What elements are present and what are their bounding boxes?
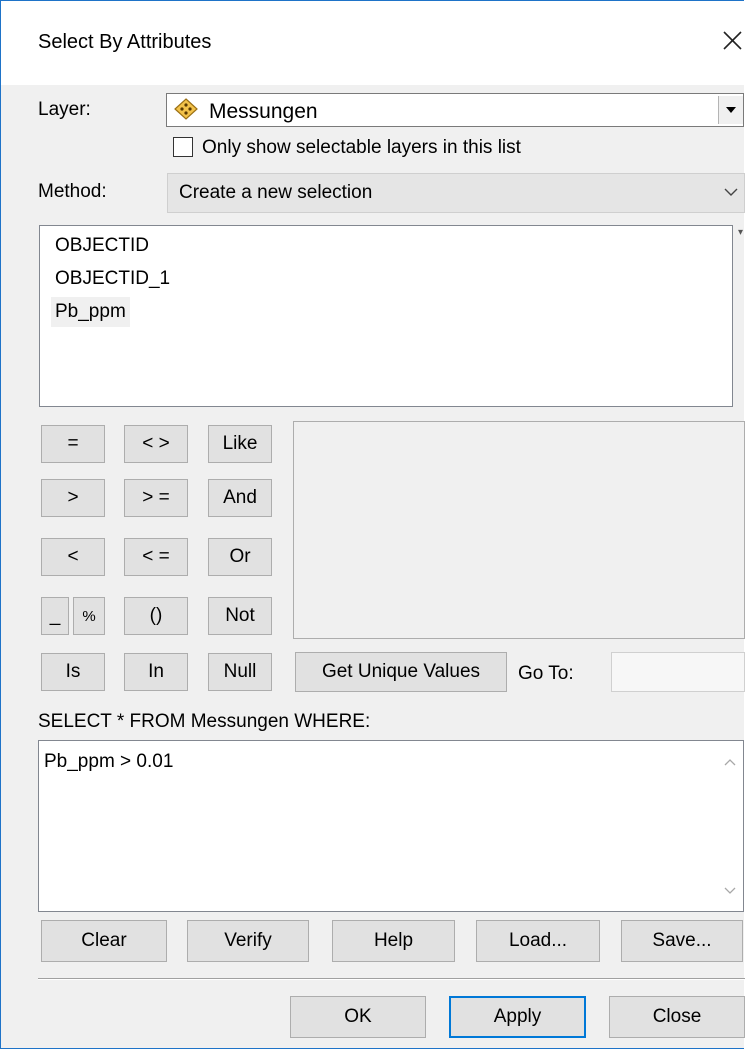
clear-button[interactable]: Clear [41, 920, 167, 962]
select-by-attributes-dialog: Select By Attributes Layer: Messungen On… [0, 0, 745, 1049]
close-icon[interactable] [717, 25, 745, 55]
greater-than-button[interactable]: > [41, 479, 105, 517]
point-layer-icon [174, 98, 198, 120]
not-equals-button[interactable]: < > [124, 425, 188, 463]
parentheses-button[interactable]: () [124, 597, 188, 635]
field-item-objectid[interactable]: OBJECTID [51, 231, 153, 261]
verify-button[interactable]: Verify [187, 920, 309, 962]
scroll-up-icon[interactable] [723, 757, 737, 767]
method-dropdown[interactable]: Create a new selection [167, 173, 745, 213]
greater-equal-button[interactable]: > = [124, 479, 188, 517]
where-clause-text: Pb_ppm > 0.01 [44, 751, 174, 772]
layer-dropdown-arrow[interactable] [718, 96, 743, 124]
equals-button[interactable]: = [41, 425, 105, 463]
footer-separator [38, 978, 745, 980]
percent-button[interactable]: % [73, 597, 105, 635]
scroll-down-icon[interactable] [723, 886, 737, 896]
load-button[interactable]: Load... [476, 920, 600, 962]
layer-dropdown-value: Messungen [209, 100, 318, 123]
title-bar: Select By Attributes [1, 1, 745, 85]
method-dropdown-value: Create a new selection [179, 182, 373, 203]
null-button[interactable]: Null [208, 653, 272, 691]
and-button[interactable]: And [208, 479, 272, 517]
scroll-indicator-icon: ▾ [738, 227, 744, 238]
help-button[interactable]: Help [332, 920, 455, 962]
field-item-objectid-1[interactable]: OBJECTID_1 [51, 264, 174, 294]
in-button[interactable]: In [124, 653, 188, 691]
like-button[interactable]: Like [208, 425, 272, 463]
chevron-down-icon [724, 188, 738, 196]
layer-label: Layer: [38, 99, 91, 120]
field-list[interactable]: OBJECTID OBJECTID_1 Pb_ppm [39, 225, 733, 407]
only-selectable-label: Only show selectable layers in this list [202, 137, 521, 158]
underscore-button[interactable]: _ [41, 597, 69, 635]
unique-values-list[interactable] [293, 421, 745, 639]
goto-input[interactable] [611, 652, 745, 692]
layer-dropdown[interactable]: Messungen [166, 93, 744, 127]
goto-label: Go To: [518, 663, 574, 684]
where-clause-textarea[interactable]: Pb_ppm > 0.01 [38, 740, 744, 912]
method-label: Method: [38, 181, 107, 202]
dropdown-arrow-icon [726, 107, 736, 113]
not-button[interactable]: Not [208, 597, 272, 635]
only-selectable-checkbox[interactable] [173, 137, 193, 157]
save-button[interactable]: Save... [621, 920, 743, 962]
less-equal-button[interactable]: < = [124, 538, 188, 576]
field-item-pb-ppm[interactable]: Pb_ppm [51, 297, 130, 327]
less-than-button[interactable]: < [41, 538, 105, 576]
or-button[interactable]: Or [208, 538, 272, 576]
query-prefix-label: SELECT * FROM Messungen WHERE: [38, 711, 371, 732]
dialog-title: Select By Attributes [38, 31, 212, 53]
close-button[interactable]: Close [609, 996, 745, 1038]
is-button[interactable]: Is [41, 653, 105, 691]
ok-button[interactable]: OK [290, 996, 426, 1038]
apply-button[interactable]: Apply [449, 996, 586, 1038]
get-unique-values-button[interactable]: Get Unique Values [295, 652, 507, 692]
